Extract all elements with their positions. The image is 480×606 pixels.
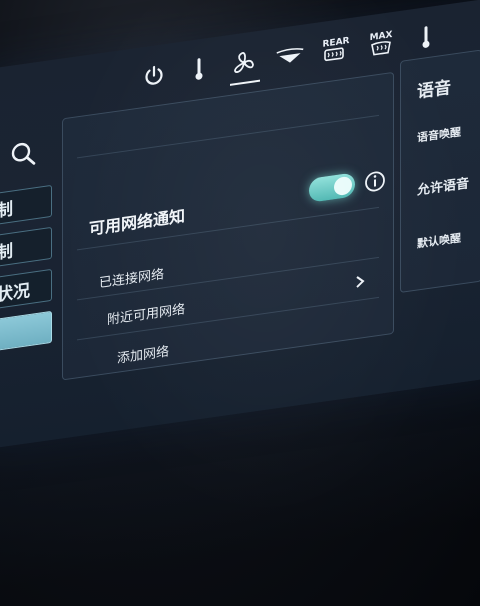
menu-item-label: 控制: [0, 240, 13, 266]
notification-title: 可用网络通知: [89, 206, 186, 239]
menu-item-control-1[interactable]: 控制: [0, 184, 52, 229]
menu-item-label: 辆状况: [0, 280, 30, 308]
allow-voice-label[interactable]: 允许语音: [417, 172, 469, 198]
add-network-label[interactable]: 添加网络: [117, 340, 169, 366]
chevron-right-icon[interactable]: [353, 273, 367, 289]
menu-item-vehicle-status[interactable]: 辆状况: [0, 268, 52, 313]
default-wakeup-label[interactable]: 默认唤醒: [417, 229, 461, 251]
notification-toggle[interactable]: [309, 172, 355, 203]
power-icon[interactable]: [140, 59, 168, 93]
rear-defrost-icon[interactable]: REAR: [322, 33, 350, 67]
voice-panel-title: 语音: [417, 77, 451, 103]
temperature-icon[interactable]: [412, 20, 440, 54]
rear-label: REAR: [322, 35, 350, 50]
temperature-icon[interactable]: [185, 52, 213, 86]
info-icon[interactable]: [364, 169, 386, 194]
connected-network-label[interactable]: 已连接网络: [99, 263, 164, 291]
menu-item-label: 控制: [0, 198, 13, 224]
divider: [77, 114, 379, 159]
max-defrost-icon[interactable]: MAX: [367, 27, 395, 61]
search-icon[interactable]: [10, 139, 38, 171]
fan-active-indicator: [230, 79, 260, 86]
voice-settings-panel: 语音 语音唤醒 允许语音 默认唤醒: [400, 49, 480, 293]
display-screen: REAR MAX 控制 控制 辆状况 可用网络通知 已连接网络 附近可用网络 添…: [0, 0, 480, 451]
nearby-networks-label[interactable]: 附近可用网络: [107, 298, 185, 328]
menu-item-control-2[interactable]: 控制: [0, 226, 52, 271]
voice-wakeup-label[interactable]: 语音唤醒: [417, 123, 461, 145]
windshield-airflow-icon[interactable]: [275, 39, 305, 73]
toggle-knob: [334, 175, 352, 197]
network-settings-card: 可用网络通知 已连接网络 附近可用网络 添加网络: [62, 71, 394, 381]
fan-icon[interactable]: [230, 46, 260, 86]
menu-item-active[interactable]: [0, 310, 52, 355]
